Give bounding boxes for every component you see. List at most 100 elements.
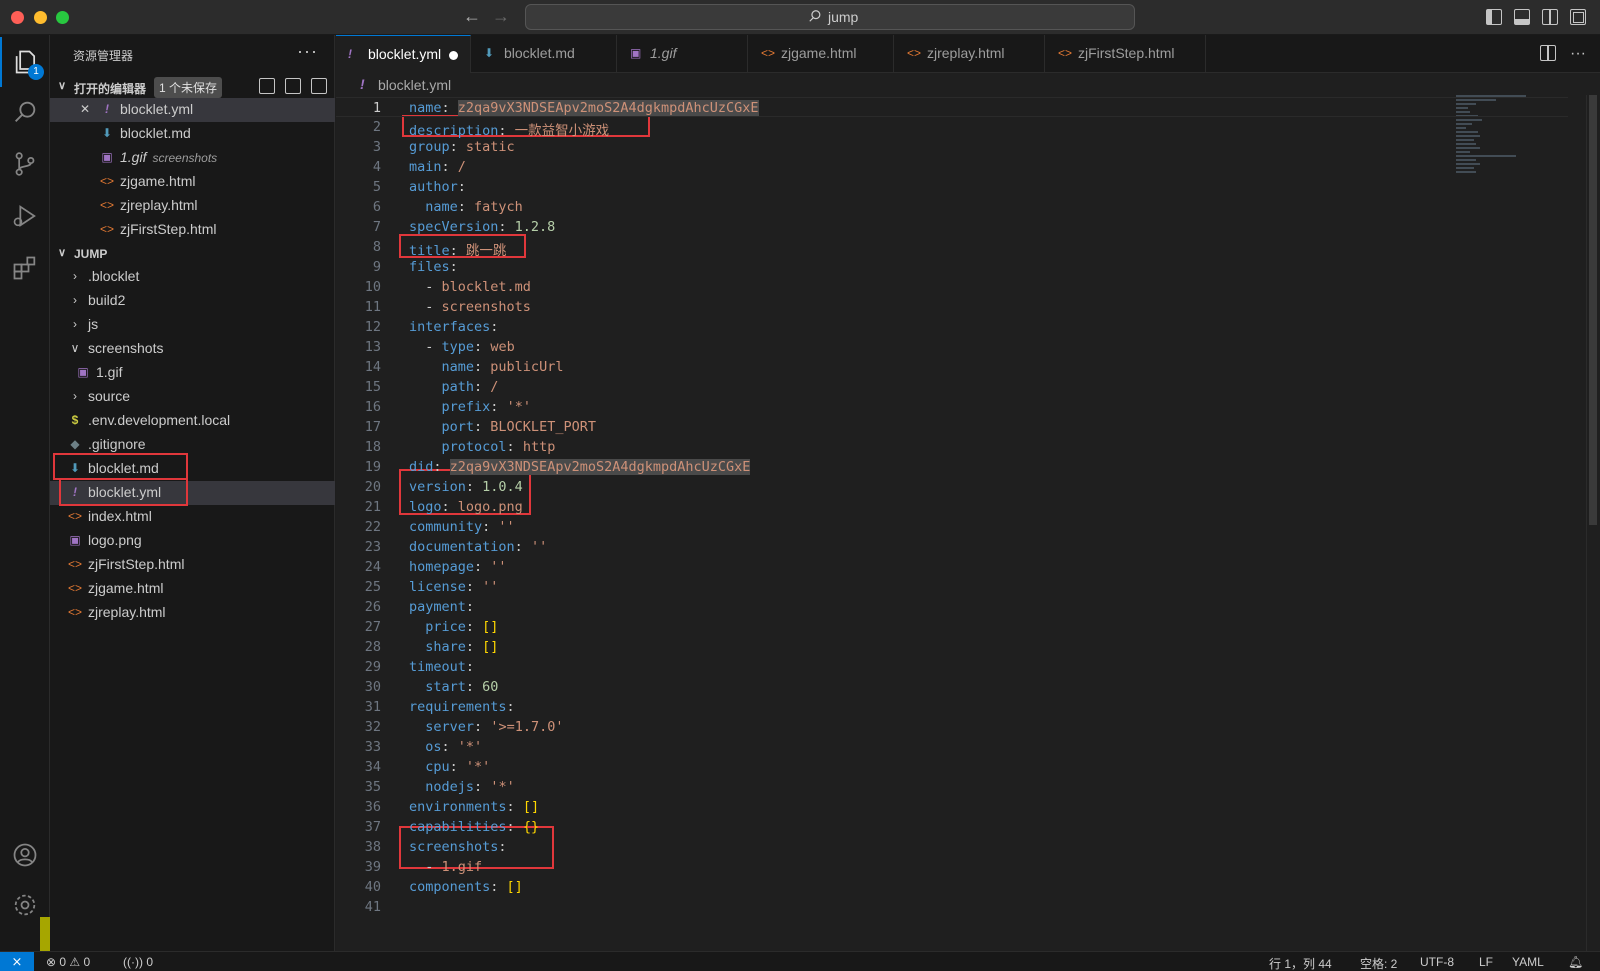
code-line[interactable]: 36 environments: []: [336, 797, 1568, 817]
split-editor-icon[interactable]: [1540, 45, 1557, 61]
source-control-icon[interactable]: [0, 139, 50, 189]
tab-zjreplay-html[interactable]: <> zjreplay.html: [895, 35, 1045, 73]
code-line[interactable]: 24 homepage: '': [336, 557, 1568, 577]
back-arrow-icon[interactable]: ←: [463, 6, 481, 27]
extensions-icon[interactable]: [0, 243, 50, 293]
code-line[interactable]: 3 group: static: [336, 137, 1568, 157]
code-line[interactable]: 21 logo: logo.png: [336, 497, 1568, 517]
tree-item-file[interactable]: ▣ 1.gif: [50, 361, 335, 385]
code-line[interactable]: 40 components: []: [336, 877, 1568, 897]
code-line[interactable]: 18 protocol: http: [336, 437, 1568, 457]
code-line[interactable]: 8 title: 跳一跳: [336, 237, 1568, 259]
minimize-window-button[interactable]: [34, 11, 47, 24]
code-line[interactable]: 14 name: publicUrl: [336, 357, 1568, 377]
tree-item-folder[interactable]: › source: [50, 385, 335, 409]
open-editor-item[interactable]: <> zjgame.html: [50, 170, 335, 194]
code-line[interactable]: 17 port: BLOCKLET_PORT: [336, 417, 1568, 437]
code-line[interactable]: 1 name: z2qa9vX3NDSEApv2moS2A4dgkmpdAhcUz…: [336, 97, 1568, 117]
code-line[interactable]: 30 start: 60: [336, 677, 1568, 697]
account-icon[interactable]: [0, 830, 50, 880]
scroll-thumb[interactable]: [1589, 95, 1597, 525]
notifications-bell-icon[interactable]: 🔔︎: [1568, 955, 1583, 969]
more-actions-icon[interactable]: ···: [1570, 45, 1586, 63]
cursor-position[interactable]: 行 1，列 44: [1269, 955, 1332, 971]
indentation-status[interactable]: 空格: 2: [1360, 955, 1397, 971]
code-line[interactable]: 35 nodejs: '*': [336, 777, 1568, 797]
code-line[interactable]: 15 path: /: [336, 377, 1568, 397]
code-line[interactable]: 41: [336, 897, 1568, 917]
vertical-scrollbar[interactable]: [1586, 95, 1598, 951]
toggle-panel-icon[interactable]: [1514, 9, 1530, 25]
toggle-primary-sidebar-icon[interactable]: [1486, 9, 1502, 25]
tab-blocklet-yml[interactable]: ! blocklet.yml: [336, 35, 471, 73]
code-line[interactable]: 6 name: fatych: [336, 197, 1568, 217]
code-line[interactable]: 23 documentation: '': [336, 537, 1568, 557]
more-actions-icon[interactable]: ···: [297, 41, 318, 62]
tab-blocklet-md[interactable]: ⬇ blocklet.md: [472, 35, 617, 73]
code-line[interactable]: 11 - screenshots: [336, 297, 1568, 317]
code-line[interactable]: 39 - 1.gif: [336, 857, 1568, 877]
open-editor-item[interactable]: ✕ ! blocklet.yml: [50, 98, 335, 122]
code-line[interactable]: 22 community: '': [336, 517, 1568, 537]
tree-item-file[interactable]: <> zjreplay.html: [50, 601, 335, 625]
save-all-icon[interactable]: [285, 78, 301, 94]
tab-1-gif[interactable]: ▣ 1.gif: [618, 35, 748, 73]
forward-arrow-icon[interactable]: →: [492, 6, 510, 27]
code-line[interactable]: 9 files:: [336, 257, 1568, 277]
tree-item-file[interactable]: ▣ logo.png: [50, 529, 335, 553]
ports-status[interactable]: ((·)) 0: [123, 955, 153, 969]
code-line[interactable]: 31 requirements:: [336, 697, 1568, 717]
toggle-secondary-sidebar-icon[interactable]: [1542, 9, 1558, 25]
code-line[interactable]: 4 main: /: [336, 157, 1568, 177]
code-line[interactable]: 7 specVersion: 1.2.8: [336, 217, 1568, 237]
tree-item-file[interactable]: $ .env.development.local: [50, 409, 335, 433]
code-line[interactable]: 12 interfaces:: [336, 317, 1568, 337]
explorer-icon[interactable]: 1: [0, 37, 50, 87]
code-editor[interactable]: 1 name: z2qa9vX3NDSEApv2moS2A4dgkmpdAhcUz…: [336, 95, 1600, 951]
encoding-status[interactable]: UTF-8: [1420, 955, 1454, 969]
code-line[interactable]: 28 share: []: [336, 637, 1568, 657]
command-center-search[interactable]: jump: [525, 4, 1135, 30]
code-line[interactable]: 13 - type: web: [336, 337, 1568, 357]
code-line[interactable]: 25 license: '': [336, 577, 1568, 597]
code-line[interactable]: 2 description: 一款益智小游戏: [336, 117, 1568, 139]
eol-status[interactable]: LF: [1479, 955, 1493, 969]
unsaved-dot-icon[interactable]: [449, 51, 458, 60]
open-editors-header[interactable]: ∨ 打开的编辑器 1 个未保存: [50, 75, 335, 99]
customize-layout-icon[interactable]: [1570, 9, 1586, 25]
code-line[interactable]: 19 did: z2qa9vX3NDSEApv2moS2A4dgkmpdAhcUz…: [336, 457, 1568, 477]
tree-item-file[interactable]: <> index.html: [50, 505, 335, 529]
code-line[interactable]: 29 timeout:: [336, 657, 1568, 677]
open-editor-item[interactable]: <> zjreplay.html: [50, 194, 335, 218]
tree-item-file[interactable]: <> zjFirstStep.html: [50, 553, 335, 577]
tree-item-folder[interactable]: ∨ screenshots: [50, 337, 335, 361]
code-line[interactable]: 10 - blocklet.md: [336, 277, 1568, 297]
code-line[interactable]: 20 version: 1.0.4: [336, 477, 1568, 497]
run-and-debug-icon[interactable]: [0, 191, 50, 241]
tab-zjfirststep-html[interactable]: <> zjFirstStep.html: [1046, 35, 1206, 73]
code-line[interactable]: 38 screenshots:: [336, 837, 1568, 857]
code-line[interactable]: 32 server: '>=1.7.0': [336, 717, 1568, 737]
language-mode[interactable]: YAML: [1512, 955, 1544, 969]
open-editor-item[interactable]: ⬇ blocklet.md: [50, 122, 335, 146]
tree-item-file[interactable]: <> zjgame.html: [50, 577, 335, 601]
search-icon[interactable]: [0, 87, 50, 137]
workspace-header[interactable]: ∨ JUMP: [50, 242, 335, 266]
close-window-button[interactable]: [11, 11, 24, 24]
code-line[interactable]: 16 prefix: '*': [336, 397, 1568, 417]
problems-status[interactable]: ⊗ 0 ⚠ 0: [46, 955, 90, 969]
tree-item-folder[interactable]: › .blocklet: [50, 265, 335, 289]
code-line[interactable]: 27 price: []: [336, 617, 1568, 637]
breadcrumb-file[interactable]: blocklet.yml: [378, 77, 451, 93]
remote-indicator-icon[interactable]: ⨯: [0, 952, 34, 971]
open-editor-item[interactable]: <> zjFirstStep.html: [50, 218, 335, 242]
tree-item-folder[interactable]: › build2: [50, 289, 335, 313]
tab-zjgame-html[interactable]: <> zjgame.html: [749, 35, 894, 73]
close-icon[interactable]: ✕: [78, 102, 92, 116]
close-all-icon[interactable]: [311, 78, 327, 94]
code-line[interactable]: 37 capabilities: {}: [336, 817, 1568, 837]
new-file-icon[interactable]: [259, 78, 275, 94]
maximize-window-button[interactable]: [56, 11, 69, 24]
code-line[interactable]: 34 cpu: '*': [336, 757, 1568, 777]
code-line[interactable]: 33 os: '*': [336, 737, 1568, 757]
